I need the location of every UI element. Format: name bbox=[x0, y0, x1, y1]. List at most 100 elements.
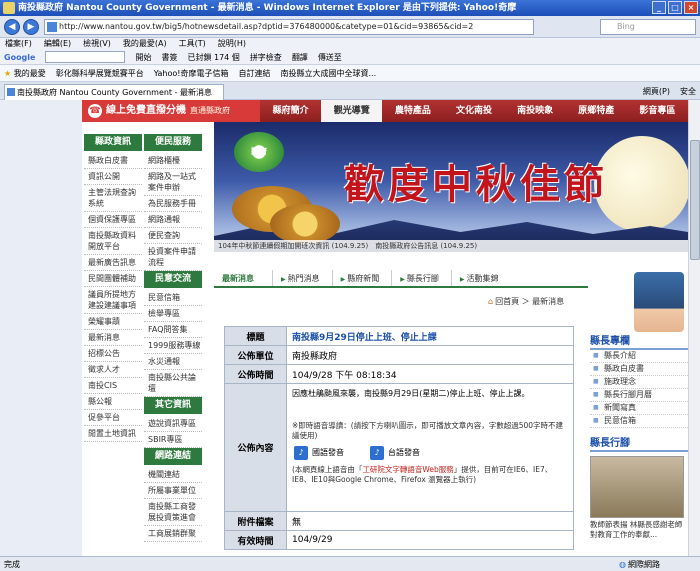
maximize-button[interactable]: □ bbox=[668, 1, 682, 14]
menu-link[interactable]: 民間團體補助 bbox=[84, 271, 142, 287]
browser-tab[interactable]: 南投縣政府 Nantou County Government - 最新消息 bbox=[4, 84, 224, 100]
menu-help[interactable]: 說明(H) bbox=[218, 38, 246, 50]
nav-tourism[interactable]: 觀光導覽 bbox=[321, 100, 383, 122]
mayor-action-photo[interactable] bbox=[590, 456, 684, 518]
menu-link[interactable]: 南投CIS bbox=[84, 378, 142, 394]
menu-link[interactable]: 招標公告 bbox=[84, 346, 142, 362]
back-icon[interactable]: ◀ bbox=[4, 19, 20, 35]
menu-link[interactable]: 最新消息 bbox=[84, 330, 142, 346]
promo-sub: 直通縣政府 bbox=[190, 106, 230, 115]
menu-link[interactable]: 南投縣公共論壇 bbox=[144, 370, 202, 397]
mayor-portrait[interactable] bbox=[634, 272, 684, 332]
menu-link[interactable]: 縣公報 bbox=[84, 394, 142, 410]
banner-headline: 歡度中秋佳節 bbox=[344, 161, 608, 208]
mayor-link[interactable]: 施政理念 bbox=[590, 376, 688, 389]
menu-link[interactable]: 民意信箱 bbox=[144, 290, 202, 306]
tab-events[interactable]: 活動集錦 bbox=[450, 270, 511, 286]
mayor-link[interactable]: 縣政白皮書 bbox=[590, 363, 688, 376]
menu-link[interactable]: 檢舉專區 bbox=[144, 306, 202, 322]
status-text: 完成 bbox=[4, 560, 20, 569]
menu-link[interactable]: 1999服務專線 bbox=[144, 338, 202, 354]
news-subject: 南投縣9月29日停止上班、停止上課 bbox=[292, 332, 437, 343]
nav-indigenous[interactable]: 原鄉特產 bbox=[566, 100, 627, 122]
toolbar-translate[interactable]: 翻譯 bbox=[292, 50, 308, 64]
menu-link[interactable]: 資訊公開 bbox=[84, 169, 142, 185]
menu-link[interactable]: 閒置土地資訊 bbox=[84, 426, 142, 442]
menu-link[interactable]: 機關連結 bbox=[144, 467, 202, 483]
menu-favorites[interactable]: 我的最愛(A) bbox=[123, 38, 167, 50]
address-input[interactable]: http://www.nantou.gov.tw/big5/hotnewsdet… bbox=[44, 19, 534, 35]
toolbar-bookmarks[interactable]: 書簽 bbox=[161, 50, 177, 64]
tab-county-news[interactable]: 縣府新聞 bbox=[331, 270, 392, 286]
favorite-link[interactable]: 彰化縣科學展覽競賽平台 bbox=[56, 65, 144, 81]
favorite-link[interactable]: 南投縣立大成國中全球資... bbox=[280, 65, 376, 81]
menu-link[interactable]: 南投縣政資料開放平台 bbox=[84, 228, 142, 255]
menu-link[interactable]: 水災通報 bbox=[144, 354, 202, 370]
mayor-link[interactable]: 民意信箱 bbox=[590, 415, 688, 428]
close-button[interactable]: × bbox=[684, 1, 698, 14]
menu-link[interactable]: 便民查詢 bbox=[144, 228, 202, 244]
nav-media[interactable]: 影音專區 bbox=[627, 100, 688, 122]
menu-edit[interactable]: 編輯(E) bbox=[44, 38, 71, 50]
home-icon: ⌂ bbox=[488, 297, 494, 306]
tts-service-link[interactable]: 工研院文字轉語音Web服務 bbox=[362, 465, 453, 474]
mayor-link[interactable]: 新聞寫真 bbox=[590, 402, 688, 415]
menu-link[interactable]: 個資保護專區 bbox=[84, 212, 142, 228]
toolbar-popup-blocked[interactable]: 已封鎖 174 個 bbox=[187, 50, 239, 64]
nav-intro[interactable]: 縣府簡介 bbox=[260, 100, 321, 122]
tab-mayor-trip[interactable]: 縣長行腳 bbox=[391, 270, 451, 286]
menu-link[interactable]: 縣政白皮書 bbox=[84, 153, 142, 169]
audio-taiwanese-button[interactable]: ♪ 台語發音 bbox=[370, 445, 420, 461]
mid-autumn-banner[interactable]: 縣府 歡度中秋佳節 104年中秋節連續假期加開班次資訊 (104.9.25) 南… bbox=[214, 122, 688, 252]
photo-caption[interactable]: 教師節表揚 林縣長感謝老師對教育工作的奉獻... bbox=[590, 520, 688, 540]
nav-produce[interactable]: 農特產品 bbox=[382, 100, 443, 122]
menu-link[interactable]: 所屬事業單位 bbox=[144, 483, 202, 499]
tab-hot-news[interactable]: 熱門消息 bbox=[272, 270, 332, 286]
menu-link[interactable]: 榮耀事蹟 bbox=[84, 314, 142, 330]
voice-intro: ※即時語音導讀：(請按下方喇叭圖示，即可播放文章內容，字數超過500字時不建議使… bbox=[292, 421, 564, 440]
menu-link[interactable]: 為民服務手冊 bbox=[144, 196, 202, 212]
menu-link[interactable]: 議員所提地方建設建議事項 bbox=[84, 287, 142, 314]
mayor-link[interactable]: 縣長介紹 bbox=[590, 350, 688, 363]
menu-link[interactable]: 網路櫃檯 bbox=[144, 153, 202, 169]
menu-tools[interactable]: 工具(T) bbox=[179, 38, 206, 50]
search-input[interactable]: Bing bbox=[600, 19, 696, 35]
news-ticker[interactable]: 104年中秋節連續假期加開班次資訊 (104.9.25) 南投縣政府公告訊息 (… bbox=[214, 240, 688, 252]
vertical-scrollbar[interactable] bbox=[688, 100, 700, 556]
safety-menu[interactable]: 安全 bbox=[680, 84, 696, 99]
menu-link[interactable]: 促參平台 bbox=[84, 410, 142, 426]
menu-link[interactable]: SBIR專區 bbox=[144, 432, 202, 448]
forward-icon[interactable]: ▶ bbox=[23, 19, 39, 35]
menu-link[interactable]: 工商展銷群聚 bbox=[144, 526, 202, 542]
nav-culture[interactable]: 文化南投 bbox=[443, 100, 504, 122]
scrollbar-thumb[interactable] bbox=[690, 140, 700, 260]
menu-link[interactable]: FAQ問答集 bbox=[144, 322, 202, 338]
minimize-button[interactable]: _ bbox=[652, 1, 666, 14]
menu-link[interactable]: 徵求人才 bbox=[84, 362, 142, 378]
toolbar-start[interactable]: 開始 bbox=[135, 50, 151, 64]
menu-link[interactable]: 網路及一站式案件申辦 bbox=[144, 169, 202, 196]
menu-link[interactable]: 最新廣告訊息 bbox=[84, 255, 142, 271]
toolbar-spellcheck[interactable]: 拼字檢查 bbox=[250, 50, 282, 64]
favorite-link[interactable]: 自訂連結 bbox=[238, 65, 270, 81]
menu-view[interactable]: 檢視(V) bbox=[83, 38, 111, 50]
google-search-input[interactable] bbox=[45, 51, 126, 63]
breadcrumb-home[interactable]: 回首頁 bbox=[495, 297, 519, 306]
nav-image[interactable]: 南投映象 bbox=[505, 100, 566, 122]
page-menu[interactable]: 網頁(P) bbox=[643, 84, 670, 99]
google-toolbar: Google 開始 書簽 已封鎖 174 個 拼字檢查 翻譯 傳送至 bbox=[0, 50, 700, 65]
audio-mandarin-button[interactable]: ♪ 國語發音 bbox=[294, 445, 344, 461]
mayor-link[interactable]: 縣長行腳月曆 bbox=[590, 389, 688, 402]
menu-file[interactable]: 檔案(F) bbox=[5, 38, 32, 50]
favorite-link[interactable]: Yahoo!奇摩電子信箱 bbox=[154, 65, 229, 81]
menu-link[interactable]: 遊說資訊專區 bbox=[144, 416, 202, 432]
menu-link[interactable]: 投資案件申請流程 bbox=[144, 244, 202, 271]
toolbar-send-to[interactable]: 傳送至 bbox=[318, 50, 342, 64]
publish-unit: 南投縣政府 bbox=[286, 345, 574, 365]
menu-link[interactable]: 網路通報 bbox=[144, 212, 202, 228]
menu-link[interactable]: 主管法規查詢系統 bbox=[84, 185, 142, 212]
free-call-banner[interactable]: ☎ 線上免費直撥分機 直通縣政府 bbox=[82, 100, 260, 122]
mayor-sidebar: 縣長專欄 縣長介紹 縣政白皮書 施政理念 縣長行腳月曆 新聞寫真 民意信箱 縣長… bbox=[590, 272, 688, 540]
favorites-button[interactable]: ★ 我的最愛 bbox=[4, 65, 46, 81]
menu-link[interactable]: 南投縣工商發展投資策進會 bbox=[144, 499, 202, 526]
